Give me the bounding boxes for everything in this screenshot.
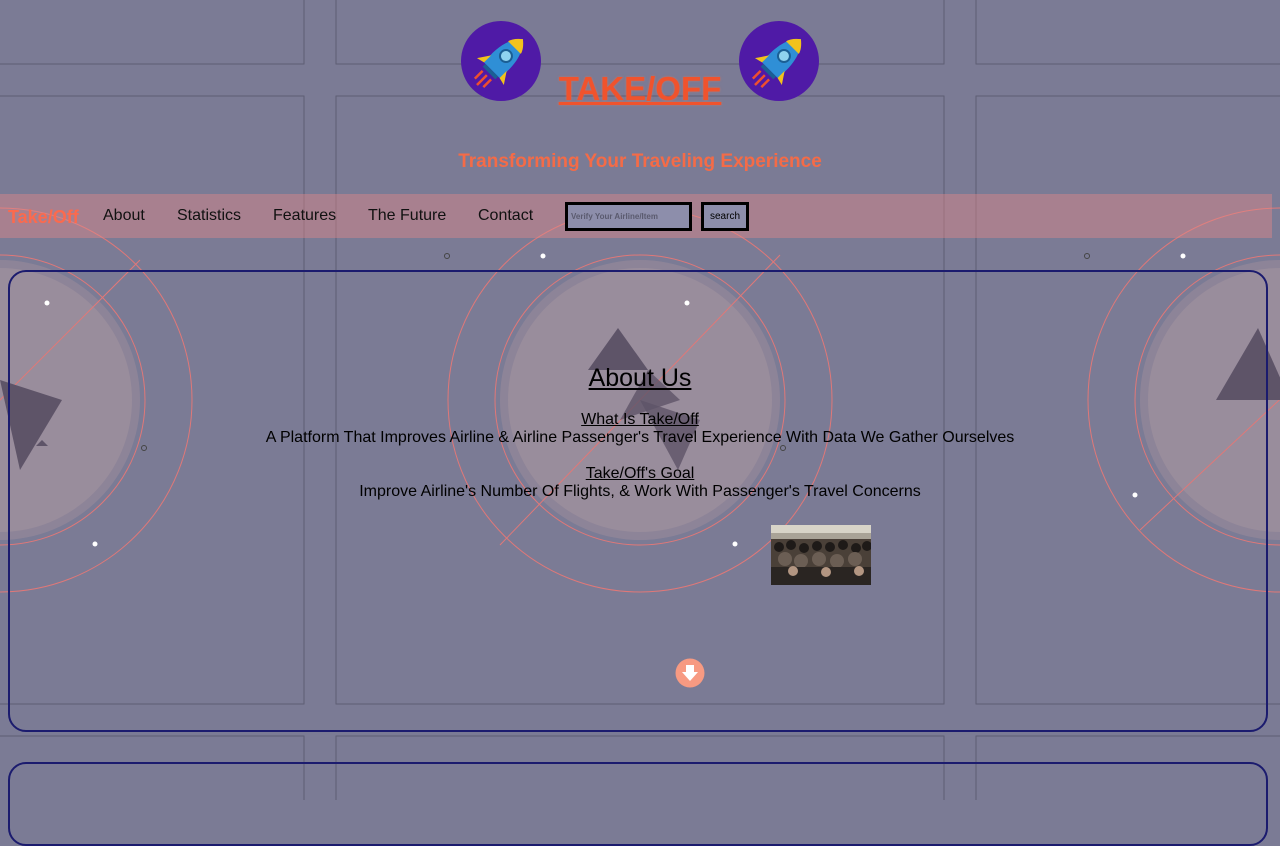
crowd-photo	[771, 525, 871, 585]
tagline: Transforming Your Traveling Experience	[0, 151, 1280, 173]
about-section	[8, 270, 1268, 732]
nav-link-about[interactable]: About	[103, 207, 145, 225]
rocket-icon	[738, 20, 820, 102]
nav-brand[interactable]: Take/Off	[8, 207, 79, 228]
about-heading-goal: Take/Off's Goal	[0, 465, 1280, 483]
navbar: Take/Off About Statistics Features The F…	[0, 194, 1272, 238]
nav-link-statistics[interactable]: Statistics	[177, 207, 241, 225]
nav-link-the-future[interactable]: The Future	[368, 207, 446, 225]
next-section	[8, 762, 1268, 846]
about-title: About Us	[0, 364, 1280, 393]
about-text-goal: Improve Airline's Number Of Flights, & W…	[0, 483, 1280, 501]
search-input[interactable]	[565, 202, 692, 231]
about-heading-what-is: What Is Take/Off	[0, 411, 1280, 429]
nav-link-features[interactable]: Features	[273, 207, 336, 225]
nav-link-contact[interactable]: Contact	[478, 207, 533, 225]
about-text-what-is: A Platform That Improves Airline & Airli…	[0, 429, 1280, 447]
arrow-down-circle-icon[interactable]	[675, 658, 705, 688]
site-header: TAKE/OFF Transforming Your Traveling Exp…	[0, 0, 1280, 190]
site-title[interactable]: TAKE/OFF	[0, 70, 1280, 108]
search-button[interactable]: search	[701, 202, 749, 231]
